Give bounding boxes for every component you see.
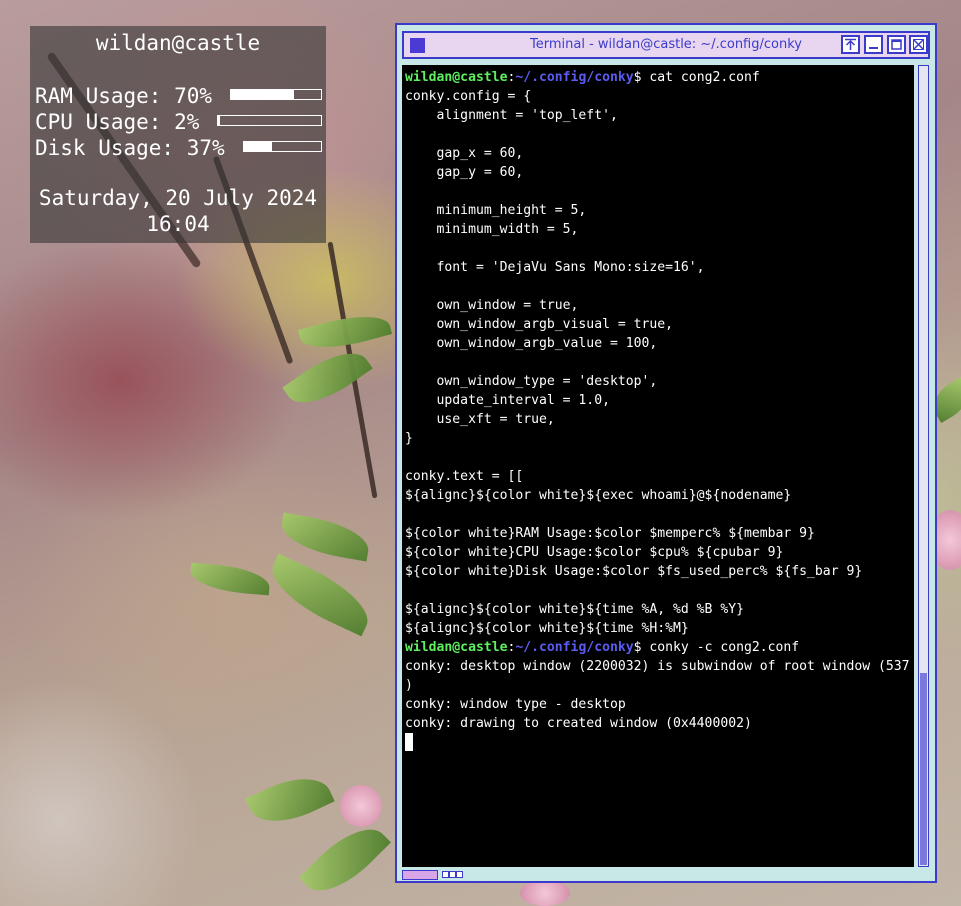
maximize-button[interactable] — [887, 35, 906, 54]
bottom-dot-icon — [442, 871, 449, 878]
terminal-output-line: update_interval = 1.0, — [405, 393, 610, 408]
conky-user-host: wildan@castle — [95, 31, 261, 55]
prompt-user-host: wildan@castle — [405, 70, 508, 85]
prompt-command: $ cat cong2.conf — [633, 70, 760, 85]
terminal-cursor — [405, 733, 413, 751]
window-bottom-bar — [402, 870, 924, 880]
prompt-command: $ conky -c cong2.conf — [633, 640, 800, 655]
terminal-output-line: } — [405, 431, 413, 446]
wallpaper-leaf — [189, 562, 271, 596]
terminal-prompt-line: wildan@castle:~/.config/conky$ cat cong2… — [405, 68, 914, 87]
terminal-output-line: conky: window type - desktop — [405, 697, 626, 712]
terminal-output-line: ${color white}RAM Usage:$color $memperc%… — [405, 526, 815, 541]
terminal-output-line: gap_x = 60, — [405, 146, 524, 161]
terminal-output-line: conky.text = [[ — [405, 469, 524, 484]
terminal-prompt-line: wildan@castle:~/.config/conky$ conky -c … — [405, 638, 914, 657]
conky-cpu-bar-fill — [218, 116, 221, 125]
minimize-icon — [869, 47, 878, 49]
terminal-output-line: use_xft = true, — [405, 412, 555, 427]
terminal-output-line: minimum_height = 5, — [405, 203, 587, 218]
terminal-output-line: alignment = 'top_left', — [405, 108, 618, 123]
terminal-output-line: minimum_width = 5, — [405, 222, 579, 237]
conky-disk-label: Disk Usage: 37% — [35, 136, 225, 160]
wallpaper-blossom — [520, 880, 570, 906]
wallpaper-leaf — [277, 512, 373, 562]
wallpaper-leaf — [245, 764, 335, 836]
terminal-output-line: font = 'DejaVu Sans Mono:size=16', — [405, 260, 705, 275]
conky-disk-bar-fill — [244, 142, 273, 151]
terminal-output-line: conky.config = { — [405, 89, 532, 104]
bottom-dot-icon — [449, 871, 456, 878]
bottom-dot-icon — [456, 871, 463, 878]
terminal-scrollbar[interactable] — [918, 65, 929, 867]
terminal-output-line: own_window = true, — [405, 298, 579, 313]
terminal-titlebar[interactable]: Terminal - wildan@castle: ~/.config/conk… — [402, 31, 930, 59]
conky-ram-label: RAM Usage: 70% — [35, 84, 213, 108]
terminal-output-line: conky: desktop window (2200032) is subwi… — [405, 659, 910, 674]
terminal-window: Terminal - wildan@castle: ~/.config/conk… — [395, 23, 937, 883]
conky-cpu-bar — [217, 115, 322, 126]
terminal-output-line: ${color white}Disk Usage:$color $fs_used… — [405, 564, 863, 579]
wallpaper-blossom — [340, 785, 382, 827]
conky-ram-bar — [230, 89, 322, 100]
terminal-output-line: ${alignc}${color white}${time %H:%M} — [405, 621, 689, 636]
conky-time: 16:04 — [146, 212, 210, 236]
prompt-path: ~/.config/conky — [515, 640, 634, 655]
wallpaper-leaf — [299, 814, 391, 906]
terminal-output-line: own_window_argb_value = 100, — [405, 336, 658, 351]
close-button[interactable] — [909, 35, 928, 54]
close-icon — [913, 39, 924, 50]
terminal-cursor-line — [405, 733, 914, 752]
terminal-output[interactable]: wildan@castle:~/.config/conky$ cat cong2… — [402, 65, 914, 867]
maximize-icon — [891, 39, 902, 50]
conky-widget: wildan@castle RAM Usage: 70% CPU Usage: … — [30, 26, 326, 243]
terminal-output-line: conky: drawing to created window (0x4400… — [405, 716, 752, 731]
prompt-path: ~/.config/conky — [515, 70, 634, 85]
prompt-user-host: wildan@castle — [405, 640, 508, 655]
conky-disk-bar — [243, 141, 322, 152]
terminal-output-line: gap_y = 60, — [405, 165, 524, 180]
window-resize-tab[interactable] — [402, 870, 438, 880]
conky-ram-bar-fill — [231, 90, 294, 99]
pin-icon — [845, 38, 856, 50]
minimize-button[interactable] — [864, 35, 883, 54]
terminal-output-line: ) — [405, 678, 413, 693]
conky-cpu-label: CPU Usage: 2% — [35, 110, 200, 134]
pin-button[interactable] — [841, 35, 860, 54]
conky-date: Saturday, 20 July 2024 — [38, 186, 318, 210]
scrollbar-thumb[interactable] — [920, 673, 927, 865]
terminal-output-line: ${alignc}${color white}${exec whoami}@${… — [405, 488, 792, 503]
terminal-output-line: own_window_type = 'desktop', — [405, 374, 658, 389]
terminal-output-line: own_window_argb_visual = true, — [405, 317, 674, 332]
wallpaper-leaf — [261, 553, 379, 637]
terminal-output-line: ${alignc}${color white}${time %A, %d %B … — [405, 602, 744, 617]
terminal-output-line: ${color white}CPU Usage:$color $cpu% ${c… — [405, 545, 784, 560]
